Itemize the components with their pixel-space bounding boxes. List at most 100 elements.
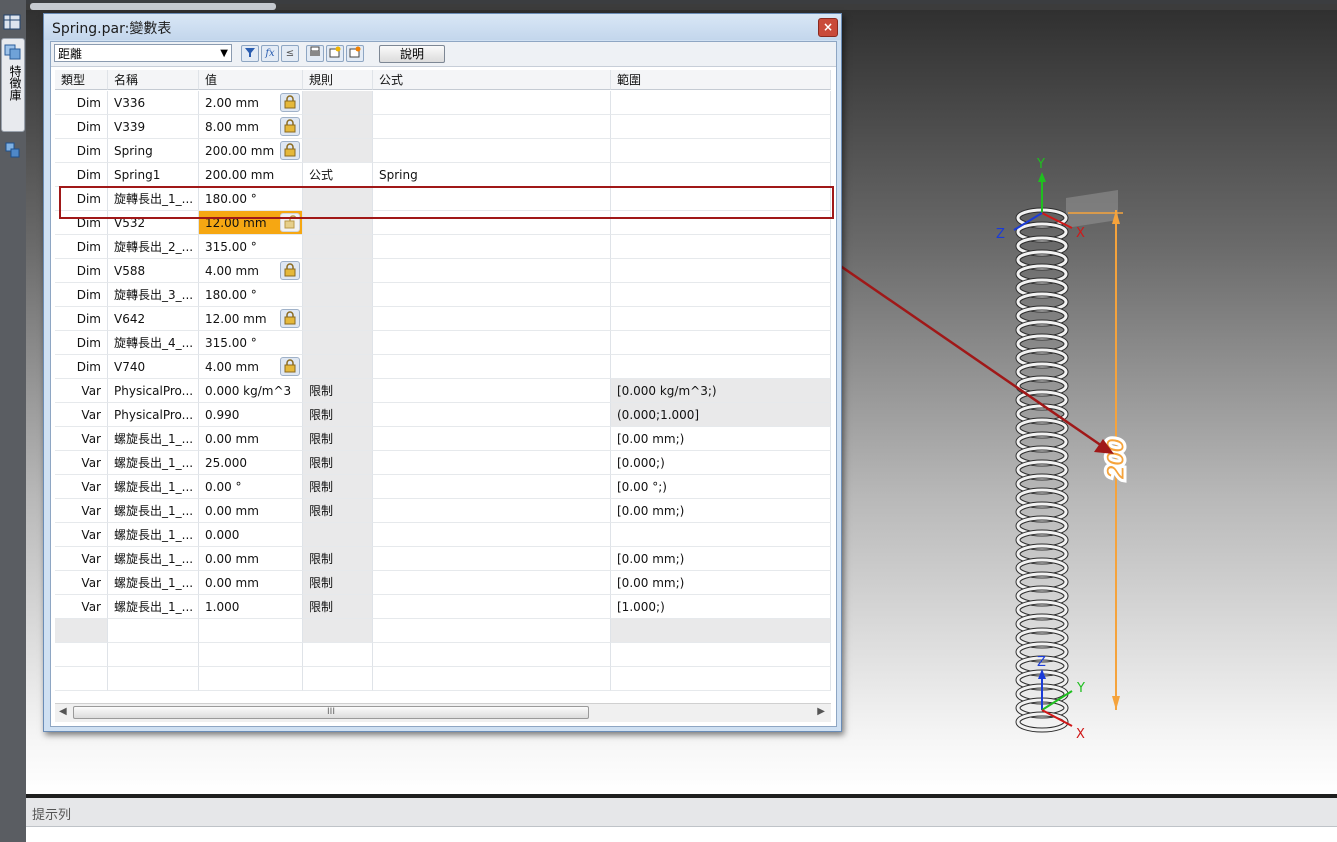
cell-value[interactable]: 0.00 mm — [199, 571, 303, 595]
header-rule[interactable]: 規則 — [303, 70, 373, 90]
cell-value[interactable]: 0.000 kg/m^3 — [199, 379, 303, 403]
cell-formula[interactable]: Spring — [373, 163, 611, 187]
header-range[interactable]: 範圍 — [611, 70, 831, 90]
lock-icon[interactable] — [280, 309, 300, 328]
cell-value[interactable]: 8.00 mm — [199, 115, 303, 139]
cell-range[interactable] — [611, 163, 831, 187]
lock-icon[interactable] — [280, 93, 300, 112]
cell-name[interactable]: Spring1 — [108, 163, 199, 187]
cell-name[interactable]: 旋轉長出_4_... — [108, 331, 199, 355]
cell-range[interactable]: (0.000;1.000] — [611, 403, 831, 427]
empty-row[interactable] — [55, 667, 831, 691]
cell-name[interactable]: 螺旋長出_1_... — [108, 451, 199, 475]
cell-name[interactable]: 螺旋長出_1_... — [108, 427, 199, 451]
table-row[interactable]: Dim Spring1 200.00 mm 公式 Spring — [55, 163, 831, 187]
table-row[interactable]: Var 螺旋長出_1_... 0.000 — [55, 523, 831, 547]
table-row[interactable]: Dim V339 8.00 mm — [55, 115, 831, 139]
cell-formula[interactable] — [373, 235, 611, 259]
cell-value[interactable]: 0.000 — [199, 523, 303, 547]
feature-library-tab[interactable]: 特徵庫 — [1, 38, 25, 132]
cell-range[interactable]: [1.000;) — [611, 595, 831, 619]
cell-name[interactable]: V740 — [108, 355, 199, 379]
cell-value[interactable]: 4.00 mm — [199, 355, 303, 379]
cell-formula[interactable] — [373, 499, 611, 523]
cell-formula[interactable] — [373, 379, 611, 403]
table-row[interactable]: Dim 旋轉長出_3_... 180.00 ° — [55, 283, 831, 307]
lock-icon[interactable] — [280, 117, 300, 136]
dialog-title-bar[interactable]: Spring.par:變數表 × — [44, 14, 841, 40]
cell-range[interactable] — [611, 259, 831, 283]
cell-value[interactable]: 315.00 ° — [199, 331, 303, 355]
cell-name[interactable]: 螺旋長出_1_... — [108, 523, 199, 547]
cell-range[interactable] — [611, 355, 831, 379]
cell-formula[interactable] — [373, 307, 611, 331]
cell-range[interactable] — [611, 523, 831, 547]
table-row[interactable]: Var 螺旋長出_1_... 0.00 ° 限制 [0.00 °;) — [55, 475, 831, 499]
table-row[interactable]: Dim V740 4.00 mm — [55, 355, 831, 379]
scroll-thumb[interactable]: III — [73, 706, 589, 719]
cell-name[interactable]: 旋轉長出_3_... — [108, 283, 199, 307]
cell-name[interactable]: 螺旋長出_1_... — [108, 475, 199, 499]
cell-value[interactable]: 25.000 — [199, 451, 303, 475]
cell-value[interactable]: 0.00 ° — [199, 475, 303, 499]
cell-formula[interactable] — [373, 355, 611, 379]
cell-value[interactable]: 180.00 ° — [199, 283, 303, 307]
cell-name[interactable]: 螺旋長出_1_... — [108, 571, 199, 595]
cell-formula[interactable] — [373, 331, 611, 355]
cell-value[interactable]: 0.00 mm — [199, 547, 303, 571]
table-row[interactable]: Var 螺旋長出_1_... 0.00 mm 限制 [0.00 mm;) — [55, 499, 831, 523]
cell-formula[interactable] — [373, 115, 611, 139]
cell-range[interactable]: [0.00 °;) — [611, 475, 831, 499]
table-row[interactable]: Dim V588 4.00 mm — [55, 259, 831, 283]
empty-row[interactable] — [55, 643, 831, 667]
cell-value[interactable]: 12.00 mm — [199, 307, 303, 331]
export-icon[interactable] — [346, 45, 364, 62]
cell-range[interactable] — [611, 139, 831, 163]
variable-table-icon[interactable] — [2, 12, 22, 32]
cell-range[interactable] — [611, 307, 831, 331]
lock-icon[interactable] — [280, 141, 300, 160]
cell-range[interactable] — [611, 283, 831, 307]
table-row[interactable]: Dim 旋轉長出_4_... 315.00 ° — [55, 331, 831, 355]
table-row[interactable]: Var 螺旋長出_1_... 25.000 限制 [0.000;) — [55, 451, 831, 475]
parts-icon[interactable] — [2, 140, 22, 160]
cell-range[interactable]: [0.00 mm;) — [611, 571, 831, 595]
cell-name[interactable]: PhysicalPro... — [108, 379, 199, 403]
cell-name[interactable]: V339 — [108, 115, 199, 139]
table-row[interactable]: Var 螺旋長出_1_... 0.00 mm 限制 [0.00 mm;) — [55, 547, 831, 571]
lock-icon[interactable] — [280, 261, 300, 280]
cell-name[interactable]: 旋轉長出_2_... — [108, 235, 199, 259]
table-row[interactable]: Var 螺旋長出_1_... 0.00 mm 限制 [0.00 mm;) — [55, 427, 831, 451]
cell-name[interactable]: V588 — [108, 259, 199, 283]
add-variable-icon[interactable] — [326, 45, 344, 62]
empty-row[interactable] — [55, 619, 831, 643]
cell-value[interactable]: 315.00 ° — [199, 235, 303, 259]
table-row[interactable]: Var PhysicalPro... 0.000 kg/m^3 限制 [0.000 kg… — [55, 379, 831, 403]
table-row[interactable]: Dim V642 12.00 mm — [55, 307, 831, 331]
cell-name[interactable]: PhysicalPro... — [108, 403, 199, 427]
cell-formula[interactable] — [373, 91, 611, 115]
cell-formula[interactable] — [373, 547, 611, 571]
cell-value[interactable]: 200.00 mm — [199, 139, 303, 163]
cell-value[interactable]: 1.000 — [199, 595, 303, 619]
cell-formula[interactable] — [373, 523, 611, 547]
cell-formula[interactable] — [373, 475, 611, 499]
formula-icon[interactable]: fx — [261, 45, 279, 62]
cell-range[interactable] — [611, 235, 831, 259]
table-row[interactable]: Dim V336 2.00 mm — [55, 91, 831, 115]
cell-formula[interactable] — [373, 403, 611, 427]
scroll-right-icon[interactable]: ▶ — [817, 706, 825, 717]
cell-formula[interactable] — [373, 259, 611, 283]
cell-range[interactable] — [611, 331, 831, 355]
cell-range[interactable]: [0.00 mm;) — [611, 427, 831, 451]
filter-select[interactable]: 距離 ▼ — [54, 44, 232, 62]
cell-value[interactable]: 0.00 mm — [199, 499, 303, 523]
cell-value[interactable]: 0.990 — [199, 403, 303, 427]
cell-name[interactable]: 螺旋長出_1_... — [108, 499, 199, 523]
cell-name[interactable]: V336 — [108, 91, 199, 115]
cell-range[interactable]: [0.000 kg/m^3;) — [611, 379, 831, 403]
cell-name[interactable]: Spring — [108, 139, 199, 163]
cell-range[interactable]: [0.000;) — [611, 451, 831, 475]
help-button[interactable]: 說明 — [379, 45, 445, 63]
top-scroll-handle[interactable] — [30, 3, 276, 10]
